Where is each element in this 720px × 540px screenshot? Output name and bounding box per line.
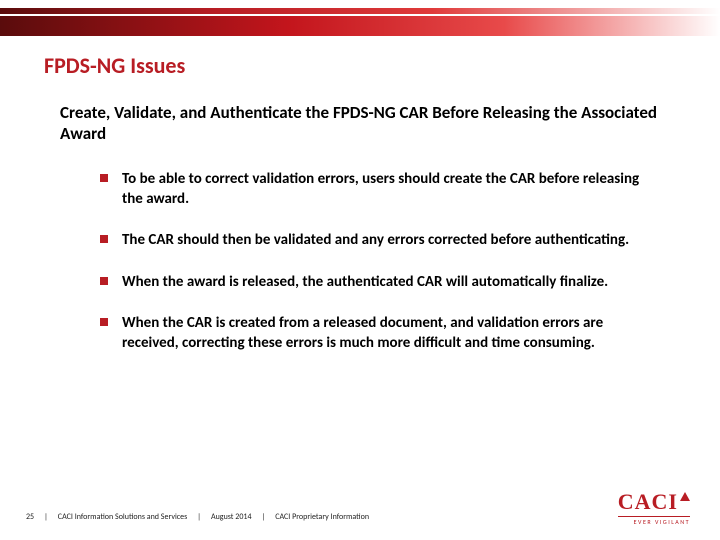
footer-org: CACI Information Solutions and Services — [58, 512, 187, 522]
list-item: To be able to correct validation errors,… — [100, 170, 660, 209]
list-item: When the CAR is created from a released … — [100, 314, 660, 353]
footer-date: August 2014 — [211, 512, 252, 522]
brand-logo: CACI EVER VIGILANT — [618, 492, 690, 526]
list-item: The CAR should then be validated and any… — [100, 231, 660, 251]
page-subtitle: Create, Validate, and Authenticate the F… — [60, 102, 670, 145]
accent-bar-thick — [0, 16, 720, 36]
separator-icon: | — [197, 512, 201, 522]
slide: FPDS-NG Issues Create, Validate, and Aut… — [0, 0, 720, 540]
footer-rights: CACI Proprietary Information — [275, 512, 369, 522]
list-item: When the award is released, the authenti… — [100, 273, 660, 293]
separator-icon: | — [262, 512, 266, 522]
logo-text: CACI — [618, 489, 678, 514]
logo-mark-icon — [680, 492, 690, 501]
footer: 25 | CACI Information Solutions and Serv… — [26, 512, 610, 522]
logo-tagline: EVER VIGILANT — [618, 516, 690, 526]
bullet-list: To be able to correct validation errors,… — [100, 170, 660, 375]
page-title: FPDS-NG Issues — [44, 52, 185, 79]
accent-bar-thin — [0, 8, 720, 14]
separator-icon: | — [44, 512, 48, 522]
page-number: 25 — [26, 512, 34, 522]
